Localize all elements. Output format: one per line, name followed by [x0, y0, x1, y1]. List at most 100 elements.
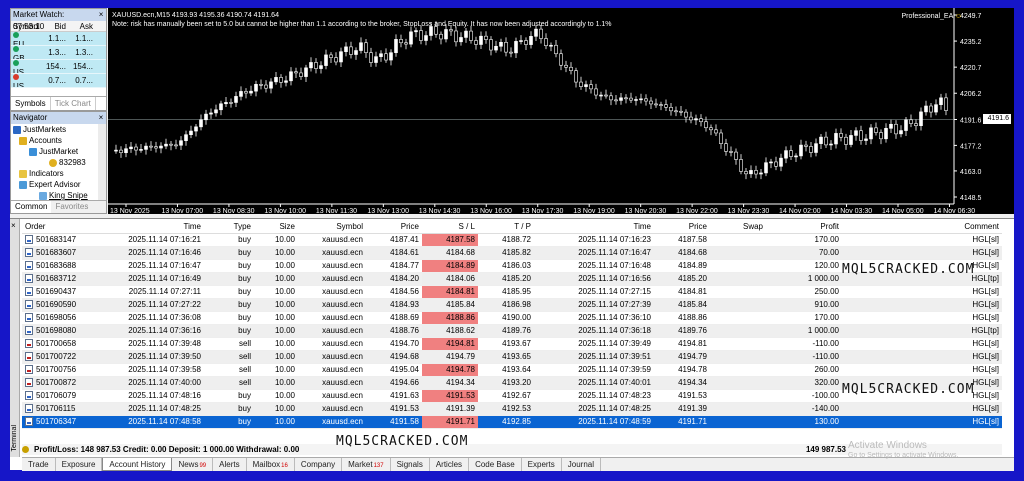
table-row[interactable]: 501700722 2025.11.14 07:39:50 sell 10.00 xau…: [22, 350, 1002, 364]
column-header[interactable]: Price: [366, 221, 422, 234]
profit-cell: 1 000.00: [766, 272, 842, 286]
tab-trade[interactable]: Trade: [22, 458, 56, 471]
close-time-cell: 2025.11.14 07:16:56: [534, 272, 654, 286]
table-row[interactable]: 501683607 2025.11.14 07:16:46 buy 10.00 xauu…: [22, 246, 1002, 260]
nav-item-indicators[interactable]: Indicators: [11, 168, 106, 179]
bullish-candle: [179, 140, 183, 146]
column-header[interactable]: S / L: [422, 221, 478, 234]
navigator-scrollbar[interactable]: [98, 124, 106, 202]
server-icon: [29, 147, 37, 156]
column-header[interactable]: Comment: [842, 221, 1002, 234]
tab-signals[interactable]: Signals: [391, 458, 430, 471]
tab-articles[interactable]: Articles: [430, 458, 470, 471]
order-cell: 501690437: [22, 285, 98, 299]
column-header[interactable]: Size: [254, 221, 298, 234]
market-watch-row[interactable]: GB... 1.3... 1.3...: [11, 46, 106, 60]
price-chart[interactable]: 4249.7 4235.2 4220.7 4206.2 4191.6 4177.2 4163…: [108, 8, 1014, 214]
nav-item-server[interactable]: JustMarket: [11, 146, 106, 157]
profit-cell: -110.00: [766, 337, 842, 351]
symbol-cell: xauusd.ecn: [298, 311, 366, 325]
open-price-cell: 4194.66: [366, 376, 422, 390]
column-header[interactable]: T / P: [478, 221, 534, 234]
market-watch-tabs: Symbols Tick Chart: [11, 96, 106, 110]
tab-mailbox[interactable]: Mailbox16: [247, 458, 295, 471]
close-icon[interactable]: ×: [96, 112, 106, 124]
swap-cell: [710, 350, 766, 364]
column-header[interactable]: Order: [22, 221, 98, 234]
table-row[interactable]: 501690590 2025.11.14 07:27:22 buy 10.00 xauu…: [22, 298, 1002, 312]
close-time-cell: 2025.11.14 07:40:01: [534, 376, 654, 390]
bullish-candle: [339, 51, 343, 63]
nav-item-broker[interactable]: JustMarkets: [11, 124, 106, 135]
bearish-candle: [554, 44, 558, 55]
bullish-candle: [819, 136, 823, 144]
tab-news[interactable]: News99: [172, 458, 214, 471]
column-header[interactable]: Type: [204, 221, 254, 234]
order-cell: 501698056: [22, 311, 98, 325]
table-row[interactable]: 501706347 2025.11.14 07:48:58 buy 10.00 xauu…: [22, 415, 1002, 429]
column-header[interactable]: Time: [534, 221, 654, 234]
tab-market[interactable]: Market137: [342, 458, 391, 471]
tab-account-history[interactable]: Account History: [102, 458, 173, 471]
bid-cell: 1.3...: [48, 48, 66, 57]
market-watch-row[interactable]: US... 0.7... 0.7...: [11, 74, 106, 88]
col-symbol-header[interactable]: Symbol: [11, 21, 43, 31]
close-time-cell: 2025.11.14 07:39:59: [534, 363, 654, 377]
tab-experts[interactable]: Experts: [522, 458, 562, 471]
market-watch-header: Symbol Bid Ask: [11, 21, 106, 32]
time-axis-label: 13 Nov 20:30: [625, 208, 667, 214]
swap-cell: [710, 246, 766, 260]
column-header[interactable]: Symbol: [298, 221, 366, 234]
bearish-candle: [944, 97, 948, 111]
column-header[interactable]: Price: [654, 221, 710, 234]
stop-loss-cell: 4184.81: [422, 285, 478, 299]
nav-item-account-number[interactable]: 832983: [11, 157, 106, 168]
close-price-cell: 4191.53: [654, 389, 710, 403]
nav-item-expert-advisors[interactable]: Expert Advisor: [11, 179, 106, 190]
tab-alerts[interactable]: Alerts: [213, 458, 247, 471]
table-row[interactable]: 501700658 2025.11.14 07:39:48 sell 10.00 xau…: [22, 337, 1002, 351]
tab-symbols[interactable]: Symbols: [11, 97, 51, 110]
table-row[interactable]: 501698056 2025.11.14 07:36:08 buy 10.00 xauu…: [22, 311, 1002, 325]
bearish-candle: [299, 72, 303, 77]
bearish-candle: [734, 151, 738, 160]
profit-cell: 170.00: [766, 311, 842, 325]
tab-tick-chart[interactable]: Tick Chart: [51, 97, 96, 110]
bearish-candle: [929, 105, 933, 113]
bullish-candle: [309, 62, 313, 69]
bullish-candle: [769, 161, 773, 164]
table-row[interactable]: 501690437 2025.11.14 07:27:11 buy 10.00 xauu…: [22, 285, 1002, 299]
col-ask-header[interactable]: Ask: [69, 21, 96, 31]
bearish-candle: [384, 53, 388, 61]
tab-badge: 16: [281, 463, 288, 469]
candlestick-chart[interactable]: 4249.7 4235.2 4220.7 4206.2 4191.6 4177.2 4163…: [108, 8, 1014, 214]
col-bid-header[interactable]: Bid: [43, 21, 69, 31]
table-row[interactable]: 501700756 2025.11.14 07:39:58 sell 10.00 xau…: [22, 363, 1002, 377]
tab-code-base[interactable]: Code Base: [469, 458, 522, 471]
bullish-candle: [284, 80, 288, 83]
bearish-candle: [809, 146, 813, 153]
table-row[interactable]: 501683147 2025.11.14 07:16:21 buy 10.00 xauu…: [22, 233, 1002, 247]
column-header[interactable]: Swap: [710, 221, 766, 234]
order-number: 501698080: [36, 325, 77, 335]
market-watch-row[interactable]: EU... 1.1... 1.1...: [11, 32, 106, 46]
nav-item-accounts[interactable]: Accounts: [11, 135, 106, 146]
swap-cell: [710, 402, 766, 416]
stop-loss-cell: 4191.39: [422, 402, 478, 416]
tab-company[interactable]: Company: [295, 458, 343, 471]
price-axis-label: 4206.2: [960, 91, 982, 98]
column-header[interactable]: Profit: [766, 221, 842, 234]
table-header-row: Order Time Type Size Symbol Price S / LT / P Ti…: [22, 221, 1002, 234]
close-icon[interactable]: ×: [11, 221, 16, 230]
market-watch-row[interactable]: US... 154... 154...: [11, 60, 106, 74]
column-header[interactable]: Time: [98, 221, 204, 234]
take-profit-cell: 4190.00: [478, 311, 534, 325]
table-row[interactable]: 501698080 2025.11.14 07:36:16 buy 10.00 xauu…: [22, 324, 1002, 338]
close-icon[interactable]: ×: [96, 9, 106, 21]
tab-exposure[interactable]: Exposure: [56, 458, 103, 471]
tab-journal[interactable]: Journal: [562, 458, 602, 471]
tab-common[interactable]: Common: [11, 201, 52, 213]
open-time-cell: 2025.11.14 07:39:58: [98, 363, 204, 377]
table-row[interactable]: 501706115 2025.11.14 07:48:25 buy 10.00 xauu…: [22, 402, 1002, 416]
tab-favorites[interactable]: Favorites: [51, 201, 92, 213]
